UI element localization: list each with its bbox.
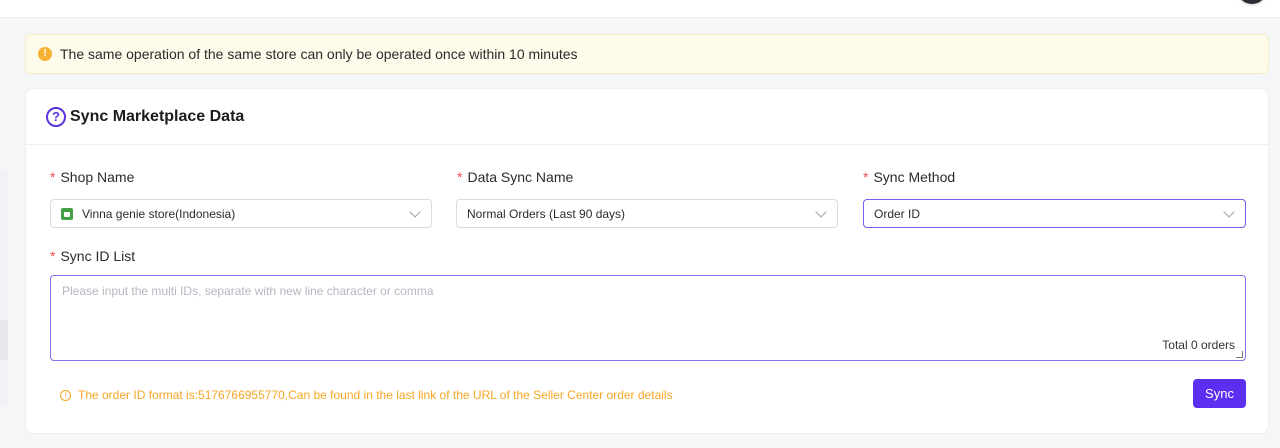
required-mark: *: [50, 248, 56, 264]
sync-id-list-label-text: Sync ID List: [60, 248, 136, 264]
total-orders-count: Total 0 orders: [1162, 338, 1235, 352]
side-panel-highlight: [0, 320, 8, 360]
data-sync-name-value: Normal Orders (Last 90 days): [467, 206, 626, 221]
notice-text: The same operation of the same store can…: [60, 46, 578, 62]
card-header: ? Sync Marketplace Data: [26, 89, 1268, 145]
avatar[interactable]: [1235, 0, 1269, 6]
sync-card: ? Sync Marketplace Data * Shop Name Vinn…: [25, 88, 1269, 434]
order-id-hint: ! The order ID format is:5176766955770,C…: [60, 388, 673, 402]
sync-id-list-label: * Sync ID List: [50, 248, 135, 264]
card-title: Sync Marketplace Data: [70, 107, 245, 125]
info-icon: !: [60, 389, 71, 401]
question-circle-icon[interactable]: ?: [46, 106, 66, 127]
shop-name-select[interactable]: Vinna genie store(Indonesia): [50, 199, 432, 228]
shop-name-label-text: Shop Name: [60, 169, 135, 185]
required-mark: *: [457, 169, 463, 185]
chevron-down-icon: [1223, 205, 1235, 218]
sync-method-select[interactable]: Order ID: [863, 199, 1246, 228]
top-bar: [0, 0, 1280, 18]
sync-id-list-placeholder: Please input the multi IDs, separate wit…: [62, 284, 434, 298]
warning-icon: !: [38, 47, 52, 61]
resize-handle-icon[interactable]: [1236, 351, 1243, 358]
required-mark: *: [50, 169, 56, 185]
order-id-hint-text: The order ID format is:5176766955770,Can…: [78, 388, 673, 402]
notice-banner: ! The same operation of the same store c…: [25, 34, 1269, 74]
data-sync-name-select[interactable]: Normal Orders (Last 90 days): [456, 199, 838, 228]
sync-method-value: Order ID: [874, 206, 921, 221]
sync-method-label: * Sync Method: [863, 169, 955, 185]
sync-button[interactable]: Sync: [1193, 379, 1246, 408]
shop-name-label: * Shop Name: [50, 169, 134, 185]
chevron-down-icon: [815, 205, 827, 218]
chevron-down-icon: [409, 205, 421, 218]
data-sync-name-label: * Data Sync Name: [457, 169, 573, 185]
required-mark: *: [863, 169, 869, 185]
sync-id-list-textarea[interactable]: Please input the multi IDs, separate wit…: [50, 275, 1246, 361]
data-sync-name-label-text: Data Sync Name: [467, 169, 574, 185]
shop-name-value: Vinna genie store(Indonesia): [82, 206, 236, 221]
side-panel-edge: [0, 170, 8, 405]
shop-icon: [61, 207, 73, 220]
sync-method-label-text: Sync Method: [873, 169, 956, 185]
